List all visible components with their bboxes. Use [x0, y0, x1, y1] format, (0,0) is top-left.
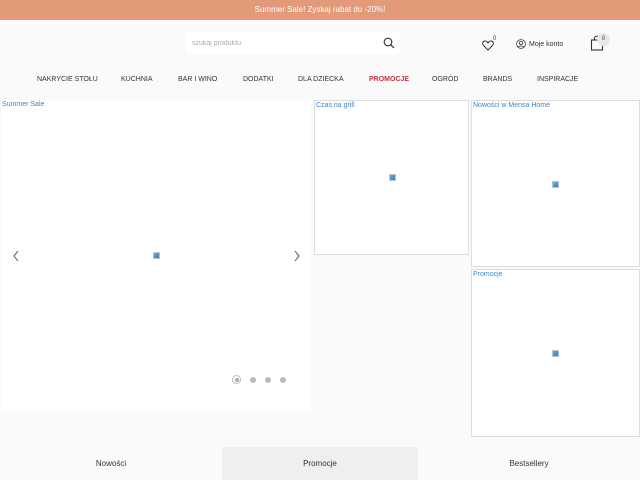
banner-alt-promo[interactable]: Promocje	[473, 271, 503, 278]
nav-item-ogrod[interactable]: OGRÓD	[432, 76, 458, 83]
main-slider[interactable]: Summer Sale	[1, 100, 311, 411]
banner-new[interactable]: Nowości w Mensa Home	[471, 100, 640, 267]
site-header: 0 Moje konto 0 NAKRYCIE STOŁU KUCHNIA BA…	[0, 20, 640, 102]
slider-dot-1[interactable]	[232, 375, 241, 384]
product-tabs: Nowości Promocje Bestsellery	[0, 447, 640, 480]
nav-item-dodatki[interactable]: DODATKI	[243, 76, 274, 83]
broken-image-icon	[552, 181, 559, 188]
search-input[interactable]	[186, 32, 376, 54]
slider-dot-2[interactable]	[250, 376, 256, 383]
slider-dot-3[interactable]	[265, 376, 271, 383]
nav-item-inspiracje[interactable]: INSPIRACJE	[537, 76, 578, 83]
user-icon	[516, 39, 526, 49]
chevron-left-icon[interactable]	[10, 248, 22, 264]
nav-item-brands[interactable]: BRANDS	[483, 76, 512, 83]
nav-item-bar-i-wino[interactable]: BAR I WINO	[178, 76, 217, 83]
hero-section: Summer Sale Czas na grill Nowości w Mens…	[0, 100, 640, 445]
tab-nowosci[interactable]: Nowości	[0, 447, 222, 480]
nav-item-promocje[interactable]: PROMOCJE	[369, 76, 409, 83]
broken-image-icon	[153, 252, 160, 259]
account-link[interactable]: Moje konto	[516, 38, 563, 50]
cart-count-badge: 0	[597, 33, 610, 46]
heart-icon[interactable]	[482, 38, 500, 52]
broken-image-icon	[389, 174, 396, 181]
slider-dots	[232, 375, 286, 384]
promo-bar[interactable]: Summer Sale! Zyskaj rabat do -20%!	[0, 0, 640, 20]
slider-dot-4[interactable]	[280, 376, 286, 383]
banner-alt-new[interactable]: Nowości w Mensa Home	[473, 102, 550, 109]
banner-grill[interactable]: Czas na grill	[314, 100, 469, 255]
wishlist-count: 0	[493, 36, 497, 42]
nav-item-kuchnia[interactable]: KUCHNIA	[121, 76, 153, 83]
search-box	[186, 32, 400, 54]
tab-promocje[interactable]: Promocje	[222, 447, 418, 480]
nav-item-dla-dziecka[interactable]: DLA DZIECKA	[298, 76, 344, 83]
nav-item-nakrycie-stolu[interactable]: NAKRYCIE STOŁU	[37, 76, 98, 83]
banner-alt-summer-sale[interactable]: Summer Sale	[2, 101, 44, 108]
banner-alt-grill[interactable]: Czas na grill	[316, 102, 355, 109]
chevron-right-icon[interactable]	[291, 248, 303, 264]
banner-promo[interactable]: Promocje	[471, 269, 640, 437]
account-label: Moje konto	[529, 40, 564, 48]
broken-image-icon	[552, 350, 559, 357]
search-icon[interactable]	[383, 37, 395, 49]
main-nav: NAKRYCIE STOŁU KUCHNIA BAR I WINO DODATK…	[0, 76, 640, 90]
tab-bestsellery[interactable]: Bestsellery	[418, 447, 640, 480]
